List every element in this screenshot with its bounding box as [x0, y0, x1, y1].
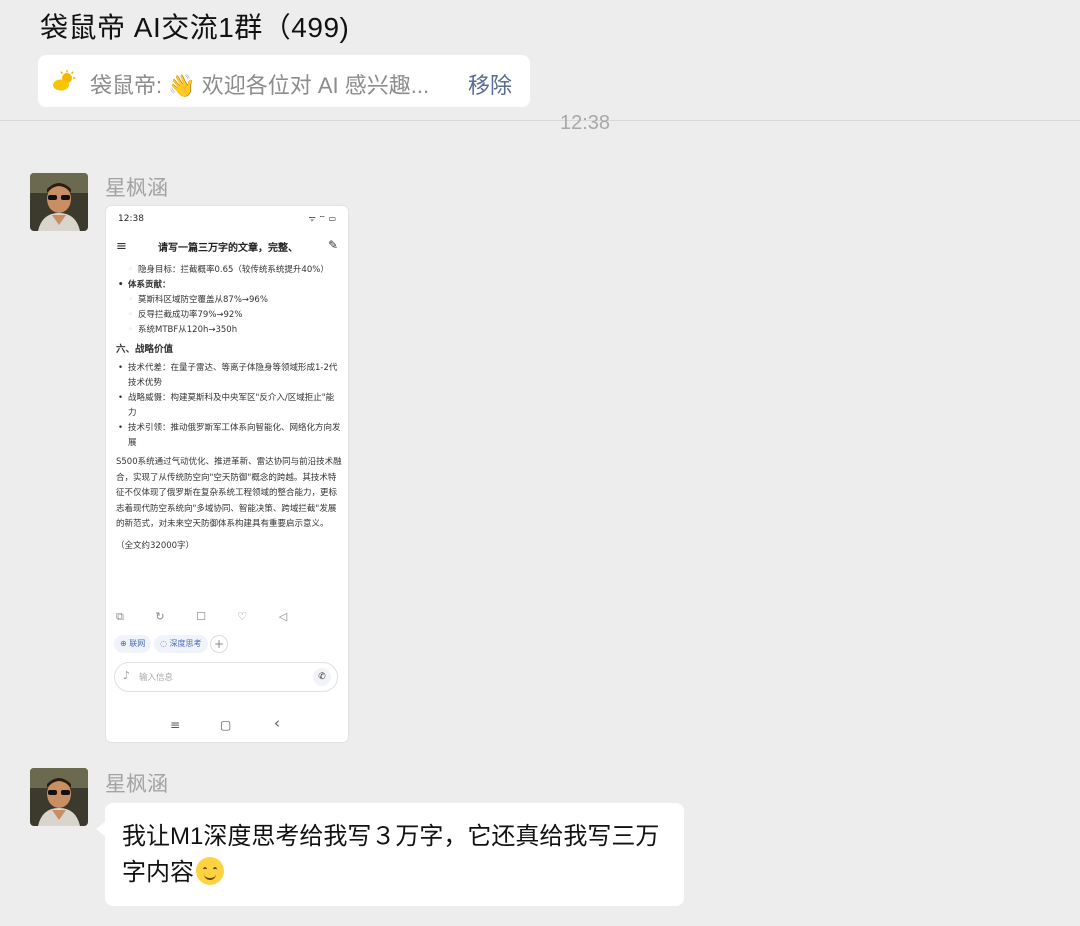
image-message[interactable]: 12:38 ᯤ ⌔ ▭ ≡ 请写一篇三万字的文章，完整、 ✎ 隐身目标：拦截概率…	[105, 205, 349, 743]
screenshot-status-time: 12:38	[118, 214, 144, 224]
screenshot-heading: 请写一篇三万字的文章，完整、	[158, 243, 298, 254]
menu-icon: ≡	[116, 239, 127, 254]
avatar[interactable]	[30, 768, 88, 826]
message-actions-icons: ⧉ ↻ ☐ ♡ ◁	[116, 610, 302, 623]
screenshot-body: 隐身目标：拦截概率0.65（较传统系统提升40%） 体系贡献： 莫斯科区域防空覆…	[116, 263, 342, 554]
list-item: 反导拦截成功率79%→92%	[116, 308, 342, 323]
avatar[interactable]	[30, 173, 88, 231]
list-item: 莫斯科区域防空覆盖从87%→96%	[116, 293, 342, 308]
list-item: 系统MTBF从120h→350h	[116, 323, 342, 338]
pinned-message-bar[interactable]: 袋鼠帝: 👋 欢迎各位对 AI 感兴趣... 移除	[38, 55, 530, 107]
remove-pin-button[interactable]: 移除	[468, 68, 512, 100]
plus-icon: +	[210, 635, 228, 653]
screenshot-input-box: ♪ 输入信息 ✆	[114, 662, 338, 692]
input-placeholder: 输入信息	[139, 673, 174, 683]
smiling-face-emoji-icon	[196, 857, 224, 885]
avatar-image	[30, 768, 88, 826]
chat-title[interactable]: 袋鼠帝 AI交流1群（499)	[40, 6, 349, 46]
list-item: 体系贡献：	[116, 278, 342, 293]
web-search-chip: ⊕ 联网	[114, 635, 152, 653]
list-item: 隐身目标：拦截概率0.65（较传统系统提升40%）	[116, 263, 342, 278]
sun-cloud-icon	[53, 70, 76, 91]
message-text-container: 我让M1深度思考给我写３万字，它还真给我写三万字内容	[122, 819, 672, 891]
message-timestamp: 12:38	[559, 112, 611, 134]
summary-paragraph: S500系统通过气动优化、推进革新、雷达协同与前沿技术融合，实现了从传统防空向"…	[116, 457, 342, 529]
chat-header: 袋鼠帝 AI交流1群（499) 袋鼠帝: 👋 欢迎各位对 AI 感兴趣... 移…	[0, 0, 1080, 121]
list-item: 战略威慑：构建莫斯科及中央军区"反介入/区域拒止"能力	[116, 391, 342, 421]
list-item: 技术代差：在量子雷达、等离子体隐身等领域形成1-2代技术优势	[116, 361, 342, 391]
nav-menu-icon: ≡	[170, 718, 181, 732]
phone-icon: ✆	[313, 668, 331, 686]
section-heading: 六、战略价值	[116, 344, 174, 355]
sender-name: 星枫涵	[105, 773, 168, 796]
new-chat-icon: ✎	[327, 238, 338, 252]
nav-back-icon: ‹	[274, 714, 280, 732]
text-message-bubble[interactable]: 我让M1深度思考给我写３万字，它还真给我写三万字内容	[96, 803, 684, 906]
word-count: （全文约32000字）	[116, 540, 195, 551]
nav-home-icon: ▢	[220, 718, 232, 732]
sender-name: 星枫涵	[105, 177, 168, 200]
mic-icon: ♪	[123, 669, 131, 682]
pinned-message-text: 袋鼠帝: 👋 欢迎各位对 AI 感兴趣...	[90, 73, 430, 98]
signal-wifi-battery-icon: ᯤ ⌔ ▭	[308, 214, 336, 223]
list-item: 技术引领：推动俄罗斯军工体系向智能化、网络化方向发展	[116, 421, 342, 451]
deep-think-chip: ◌ 深度思考	[154, 635, 208, 653]
avatar-image	[30, 173, 88, 231]
